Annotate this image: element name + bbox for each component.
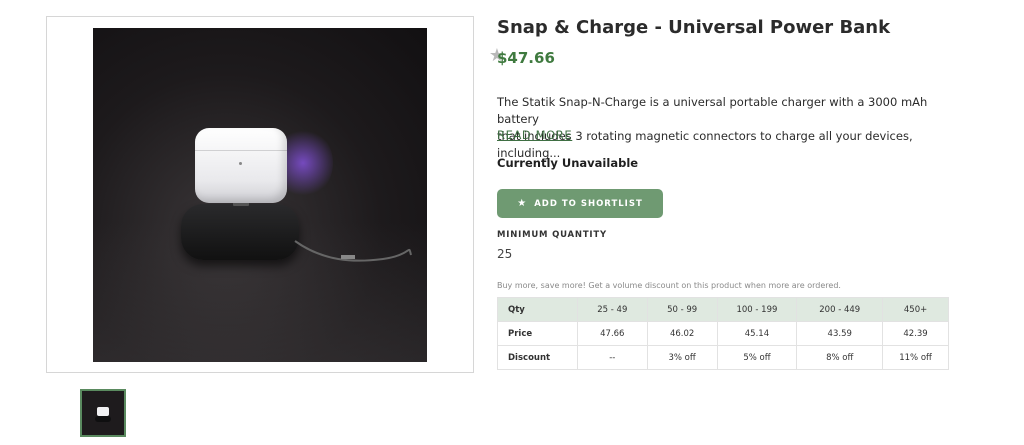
star-icon: ★ (517, 197, 528, 209)
table-header-cell: 200 - 449 (796, 297, 884, 322)
add-to-shortlist-button[interactable]: ★ ADD TO SHORTLIST (497, 189, 663, 218)
photo-case-seam (195, 150, 287, 151)
photo-power-bank (181, 204, 299, 260)
table-row-price: Price 47.66 46.02 45.14 43.59 42.39 (497, 321, 949, 346)
product-title: Snap & Charge - Universal Power Bank (497, 17, 891, 38)
volume-discount-note: Buy more, save more! Get a volume discou… (497, 281, 841, 290)
read-more-link[interactable]: READ MORE (497, 128, 572, 142)
minimum-quantity-label: MINIMUM QUANTITY (497, 230, 607, 240)
table-cell: 3% off (646, 345, 718, 370)
table-header-cell: 25 - 49 (576, 297, 648, 322)
photo-earbuds-case (195, 128, 287, 203)
table-header-cell: 100 - 199 (716, 297, 798, 322)
table-cell: 47.66 (576, 321, 648, 346)
table-header-cell: Qty (497, 297, 578, 322)
volume-pricing-table: Qty 25 - 49 50 - 99 100 - 199 200 - 449 … (497, 297, 949, 370)
description-line-1: The Statik Snap-N-Charge is a universal … (497, 95, 928, 126)
product-price: $47.66 (497, 49, 555, 67)
table-cell: 46.02 (646, 321, 718, 346)
table-cell: 5% off (716, 345, 798, 370)
table-cell: 43.59 (796, 321, 884, 346)
minimum-quantity-value: 25 (497, 247, 513, 261)
table-cell: 42.39 (882, 321, 949, 346)
add-to-shortlist-label: ADD TO SHORTLIST (534, 198, 643, 209)
photo-lanyard-cord (294, 240, 412, 262)
table-cell: 45.14 (716, 321, 798, 346)
table-header-cell: 50 - 99 (646, 297, 718, 322)
thumbnail-case (97, 407, 109, 416)
product-page: ★ Snap & Charge - Universal Power Bank $… (0, 0, 1024, 445)
product-thumbnail[interactable] (80, 389, 126, 437)
photo-case-led (239, 162, 242, 165)
table-row-discount: Discount -- 3% off 5% off 8% off 11% off (497, 345, 949, 370)
table-cell: Price (497, 321, 578, 346)
thumbnail-bank (95, 416, 111, 422)
product-photo[interactable] (93, 28, 427, 362)
table-cell: 11% off (882, 345, 949, 370)
table-cell: -- (576, 345, 648, 370)
table-header-row: Qty 25 - 49 50 - 99 100 - 199 200 - 449 … (497, 297, 949, 322)
availability-status: Currently Unavailable (497, 156, 639, 170)
table-cell: 8% off (796, 345, 884, 370)
table-cell: Discount (497, 345, 578, 370)
table-header-cell: 450+ (882, 297, 949, 322)
